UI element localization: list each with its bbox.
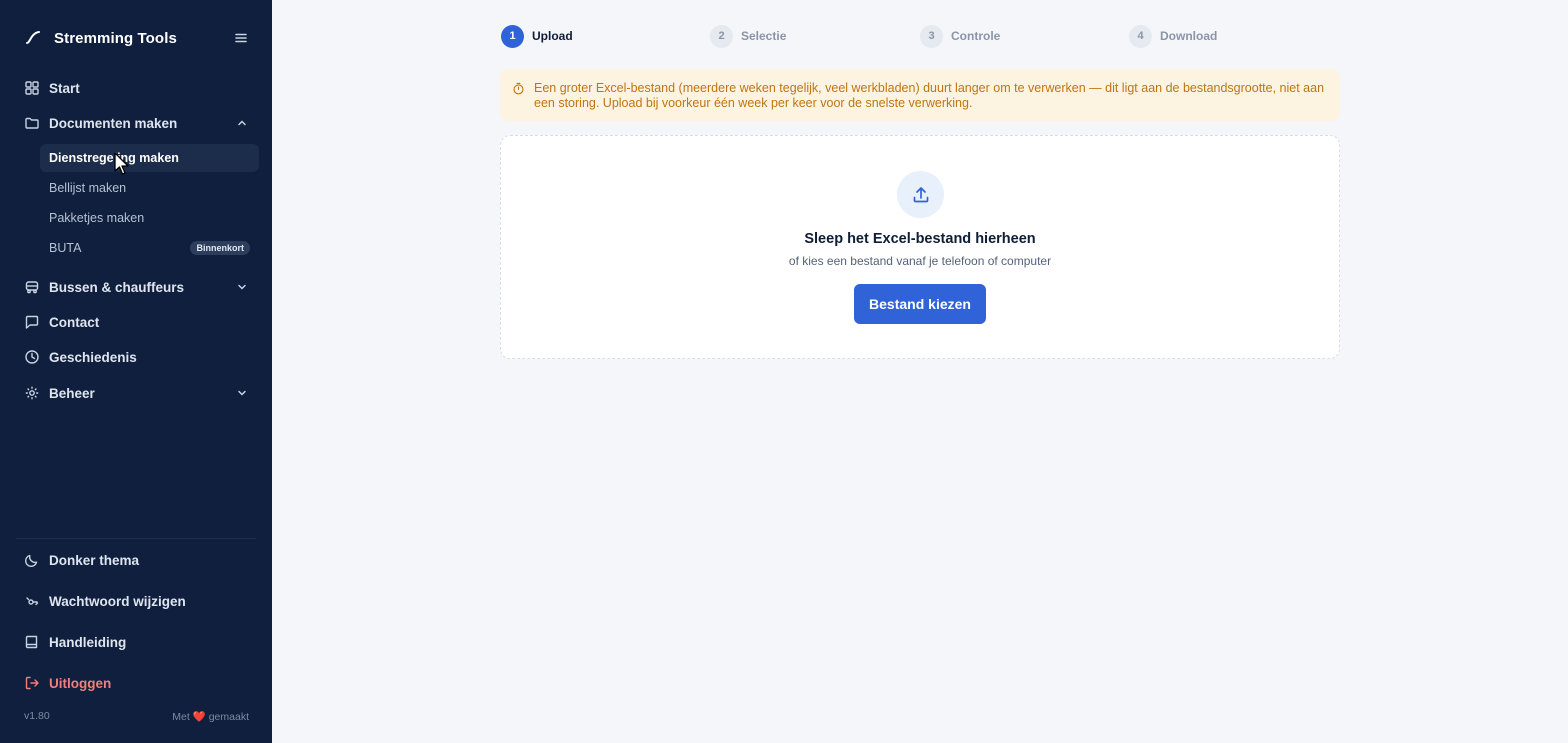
step-number: 2 xyxy=(710,24,733,48)
chevron-down-icon xyxy=(238,390,246,396)
step-label: Download xyxy=(1160,29,1218,43)
sidebar-footer: v1.80 Met ❤️ gemaakt xyxy=(24,710,249,723)
sidebar-item-label: Documenten maken xyxy=(49,115,178,131)
dropzone-subtitle: of kies een bestand vanaf je telefoon of… xyxy=(788,254,1052,268)
dropzone-title: Sleep het Excel-bestand hierheen xyxy=(804,231,1036,247)
sidebar-item-label: Beheer xyxy=(49,385,95,401)
sidebar-subitem-dienstregeling[interactable]: Dienstregeling maken xyxy=(40,144,259,172)
upload-icon xyxy=(913,186,928,202)
dark-theme-toggle[interactable]: Donker thema xyxy=(16,545,256,575)
sidebar-item-label: Donker thema xyxy=(49,552,140,568)
app-title: Stremming Tools xyxy=(54,29,177,47)
sidebar-subitem-label: BUTA xyxy=(49,241,82,255)
coming-soon-badge: Binnenkort xyxy=(190,241,250,255)
upload-icon-circle xyxy=(897,171,944,218)
version-label: v1.80 xyxy=(24,710,50,722)
bus-icon xyxy=(25,281,39,294)
logo-icon xyxy=(26,31,40,44)
sidebar-item-label: Bussen & chauffeurs xyxy=(49,279,185,295)
sidebar-subitem-label: Bellijst maken xyxy=(49,181,127,195)
sidebar-item-contact[interactable]: Contact xyxy=(16,307,256,337)
choose-file-button[interactable]: Bestand kiezen xyxy=(854,284,986,324)
sidebar-item-label: Start xyxy=(49,80,80,96)
step-selectie: 2 Selectie xyxy=(710,24,786,48)
sidebar-item-bussen[interactable]: Bussen & chauffeurs xyxy=(16,272,256,302)
chevron-up-icon xyxy=(238,120,246,126)
step-number: 1 xyxy=(501,24,524,48)
sidebar-item-label: Contact xyxy=(49,314,100,330)
change-password-link[interactable]: Wachtwoord wijzigen xyxy=(16,586,256,616)
processing-notice: Een groter Excel-bestand (meerdere weken… xyxy=(500,69,1340,121)
step-number: 3 xyxy=(920,24,943,48)
key-icon xyxy=(26,597,39,606)
timer-icon xyxy=(513,82,524,95)
step-label: Selectie xyxy=(741,29,787,43)
made-with-love: Met ❤️ gemaakt xyxy=(172,710,249,723)
grid-icon xyxy=(25,81,39,95)
notice-text: Een groter Excel-bestand (meerdere weken… xyxy=(534,81,1325,110)
sidebar: Stremming Tools Start Documenten maken D… xyxy=(0,0,272,743)
file-dropzone[interactable]: Sleep het Excel-bestand hierheen of kies… xyxy=(500,135,1340,359)
sidebar-item-geschiedenis[interactable]: Geschiedenis xyxy=(16,342,256,372)
sidebar-item-label: Wachtwoord wijzigen xyxy=(49,593,186,609)
step-number: 4 xyxy=(1129,24,1152,48)
clock-icon xyxy=(25,350,39,364)
logout-button[interactable]: Uitloggen xyxy=(16,668,256,698)
sidebar-item-label: Uitloggen xyxy=(49,675,112,691)
book-icon xyxy=(25,635,38,649)
sidebar-subitem-label: Pakketjes maken xyxy=(49,211,145,225)
made-prefix: Met xyxy=(172,711,190,723)
sidebar-subitem-buta[interactable]: BUTA Binnenkort xyxy=(40,234,259,262)
gear-icon xyxy=(25,386,39,400)
heart-icon: ❤️ xyxy=(192,711,206,723)
sidebar-item-documenten[interactable]: Documenten maken xyxy=(16,108,256,138)
menu-icon[interactable] xyxy=(234,31,248,45)
chevron-down-icon xyxy=(238,284,246,290)
step-label: Controle xyxy=(951,29,1001,43)
made-suffix: gemaakt xyxy=(208,711,249,723)
sidebar-item-beheer[interactable]: Beheer xyxy=(16,378,256,408)
sidebar-item-label: Geschiedenis xyxy=(49,349,137,365)
sidebar-subitem-bellijst[interactable]: Bellijst maken xyxy=(40,174,259,202)
step-upload: 1 Upload xyxy=(501,24,573,48)
sidebar-item-label: Handleiding xyxy=(49,634,127,650)
step-label: Upload xyxy=(532,29,573,43)
moon-icon xyxy=(24,554,38,568)
manual-link[interactable]: Handleiding xyxy=(16,627,256,657)
chat-icon xyxy=(25,315,39,329)
mouse-cursor-icon xyxy=(114,152,129,175)
brand: Stremming Tools xyxy=(24,26,248,50)
sidebar-item-start[interactable]: Start xyxy=(16,73,256,103)
sidebar-divider xyxy=(16,538,256,539)
sidebar-subitem-pakketjes[interactable]: Pakketjes maken xyxy=(40,204,259,232)
logout-icon xyxy=(25,676,39,690)
step-download: 4 Download xyxy=(1129,24,1217,48)
folder-icon xyxy=(25,117,39,129)
step-controle: 3 Controle xyxy=(920,24,1000,48)
